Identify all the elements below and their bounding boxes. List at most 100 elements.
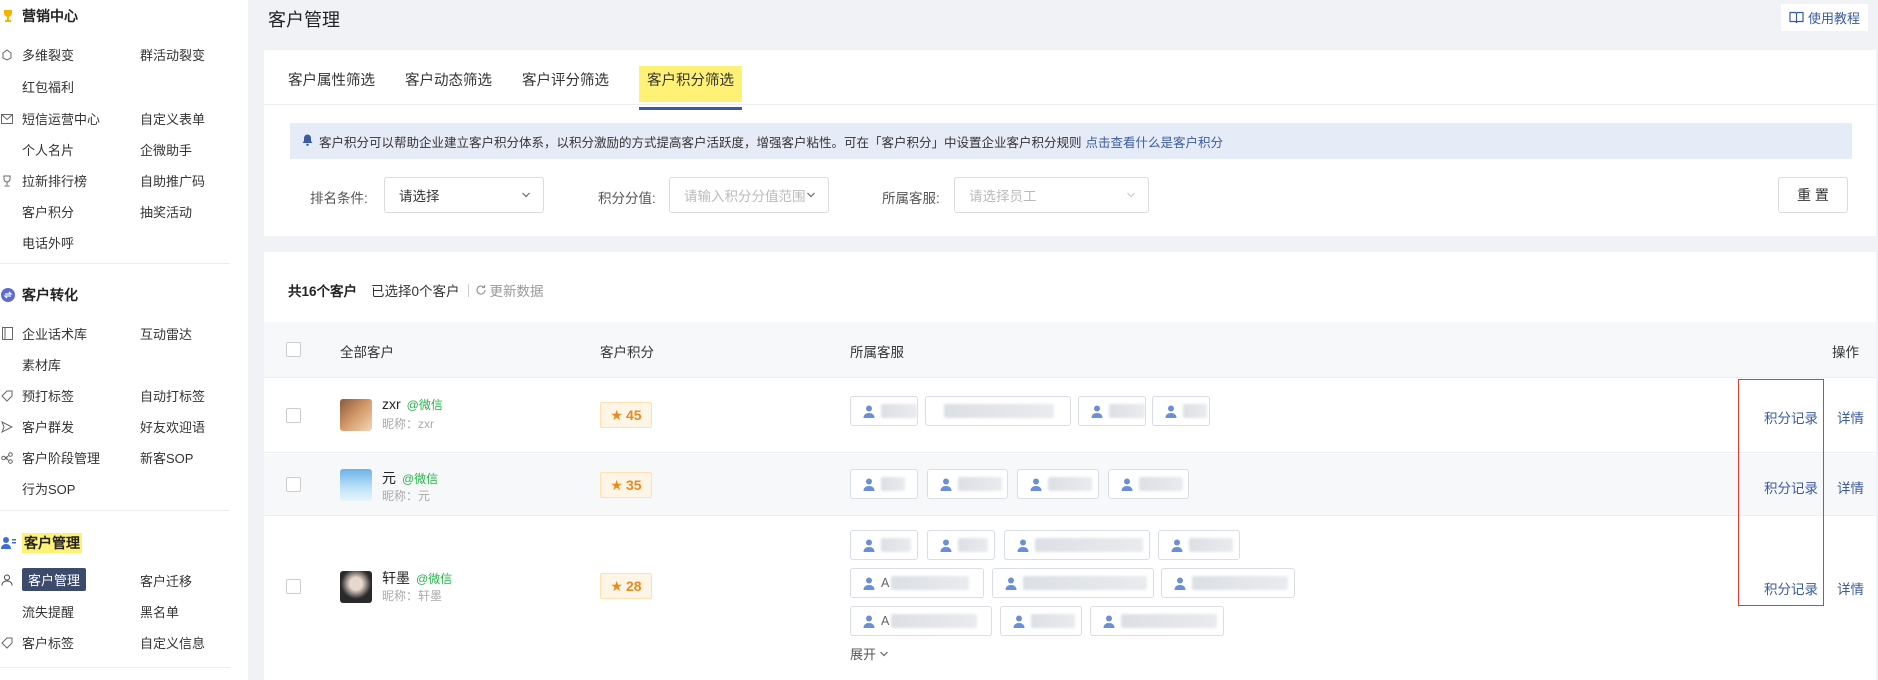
section-title-label: 客户管理 (22, 533, 82, 553)
sidebar-item-materials[interactable]: 素材库 (22, 355, 61, 374)
sidebar-item-label: 个人名片 (22, 143, 75, 158)
sidebar-item-customer-mgmt[interactable]: 客户管理 (0, 568, 87, 591)
sidebar-divider (0, 263, 230, 264)
sidebar-item-churn-alert[interactable]: 流失提醒 (22, 602, 74, 621)
redacted-name (944, 404, 1054, 418)
row-checkbox[interactable] (286, 579, 301, 594)
sidebar-item-new-sop[interactable]: 新客SOP (140, 448, 193, 467)
points-record-link[interactable]: 积分记录 (1764, 477, 1818, 497)
sort-label: 排名条件: (310, 191, 368, 206)
sidebar-divider (0, 510, 230, 511)
row-checkbox[interactable] (286, 408, 301, 423)
tab-attribute-filter[interactable]: 客户属性筛选 (288, 66, 375, 102)
detail-link[interactable]: 详情 (1837, 578, 1864, 598)
staff-chip (925, 396, 1071, 426)
redacted-name (881, 538, 911, 552)
points-range-select[interactable]: 请输入积分分值范围 (669, 177, 829, 213)
redacted-name (958, 477, 1002, 491)
sidebar-item-referral-rank[interactable]: 拉新排行榜 (0, 171, 87, 190)
users-icon (0, 535, 16, 551)
tab-score-filter[interactable]: 客户评分筛选 (522, 66, 609, 102)
sidebar-item-blacklist[interactable]: 黑名单 (140, 602, 179, 621)
redacted-name (1183, 404, 1207, 418)
sidebar-item-group-fission[interactable]: 群活动裂变 (140, 45, 205, 64)
redacted-name (881, 477, 905, 491)
redacted-name (1048, 477, 1092, 491)
sidebar-item-customer-tags[interactable]: 客户标签 (0, 633, 74, 652)
avatar (340, 399, 372, 431)
sidebar-item-script-library[interactable]: 企业话术库 (0, 324, 87, 343)
sidebar-item-promo-code[interactable]: 自助推广码 (140, 171, 205, 190)
person-icon (1030, 478, 1042, 491)
sidebar-item-sms-center[interactable]: 短信运营中心 (0, 109, 100, 128)
points-record-link[interactable]: 积分记录 (1764, 407, 1818, 427)
sidebar-item-label: 互动雷达 (140, 327, 193, 342)
person-icon (1017, 539, 1029, 552)
points-badge: ★ 28 (600, 573, 652, 599)
reset-button[interactable]: 重 置 (1778, 177, 1848, 213)
staff-chip: A (850, 606, 992, 636)
sidebar-item-customer-migrate[interactable]: 客户迁移 (140, 571, 192, 590)
sidebar-item-custom-info[interactable]: 自定义信息 (140, 633, 205, 652)
detail-link[interactable]: 详情 (1837, 477, 1864, 497)
wechat-source-tag: @微信 (406, 398, 443, 412)
refresh-label: 更新数据 (489, 284, 544, 299)
sidebar-item-radar[interactable]: 互动雷达 (140, 324, 192, 343)
points-notice: 客户积分可以帮助企业建立客户积分体系，以积分激励的方式提高客户活跃度，增强客户粘… (290, 123, 1852, 159)
row-checkbox[interactable] (286, 477, 301, 492)
sidebar-item-business-card[interactable]: 个人名片 (22, 140, 74, 159)
redacted-name (1139, 477, 1183, 491)
customer-name[interactable]: 轩墨 @微信 (382, 568, 452, 588)
sidebar-item-wecom-assistant[interactable]: 企微助手 (140, 140, 192, 159)
section-title-marketing: 营销中心 (0, 6, 78, 26)
refresh-button[interactable]: 更新数据 (475, 280, 544, 300)
customer-name[interactable]: 元 @微信 (382, 468, 438, 488)
staff-chip (927, 530, 995, 560)
redacted-name (1023, 576, 1147, 590)
points-badge: ★ 35 (600, 472, 652, 498)
sidebar-item-phone-call[interactable]: 电话外呼 (22, 233, 74, 252)
person-icon (863, 405, 875, 418)
sidebar-item-stage-mgmt[interactable]: 客户阶段管理 (0, 448, 100, 467)
sidebar-item-auto-tag[interactable]: 自动打标签 (140, 386, 205, 405)
trophy-icon (0, 8, 16, 24)
filter-panel: 客户属性筛选 客户动态筛选 客户评分筛选 客户积分筛选 客户积分可以帮助企业建立… (264, 50, 1876, 236)
redacted-name (1189, 538, 1233, 552)
notice-link[interactable]: 点击查看什么是客户积分 (1086, 132, 1224, 151)
sidebar-item-label: 企微助手 (140, 143, 193, 158)
section-title-label: 客户转化 (22, 287, 78, 303)
sidebar-item-label: 多维裂变 (22, 48, 75, 63)
redacted-name (1121, 614, 1217, 628)
tutorial-button[interactable]: 使用教程 (1780, 4, 1868, 31)
staff-chip-text: A (881, 576, 890, 590)
sidebar-item-lottery[interactable]: 抽奖活动 (140, 202, 192, 221)
sidebar-item-mass-send[interactable]: 客户群发 (0, 417, 74, 436)
sidebar-item-multi-fission[interactable]: 多维裂变 (0, 45, 74, 64)
select-all-checkbox[interactable] (286, 342, 301, 357)
sidebar-item-custom-form[interactable]: 自定义表单 (140, 109, 205, 128)
sidebar-item-red-packet[interactable]: 红包福利 (22, 77, 74, 96)
customer-name[interactable]: zxr @微信 (382, 396, 443, 413)
person-icon (1121, 478, 1133, 491)
chevron-down-icon (880, 651, 888, 656)
sidebar-item-pre-tag[interactable]: 预打标签 (0, 386, 74, 405)
expand-toggle[interactable]: 展开 (850, 644, 889, 663)
tab-points-filter[interactable]: 客户积分筛选 (639, 66, 742, 110)
person-icon (863, 478, 875, 491)
sidebar-item-behavior-sop[interactable]: 行为SOP (22, 479, 75, 498)
customer-nickname: 昵称：zxr (382, 417, 434, 431)
sidebar-item-welcome-msg[interactable]: 好友欢迎语 (140, 417, 205, 436)
detail-link[interactable]: 详情 (1837, 407, 1864, 427)
staff-select[interactable]: 请选择员工 (954, 177, 1149, 213)
points-record-link[interactable]: 积分记录 (1764, 578, 1818, 598)
tab-activity-filter[interactable]: 客户动态筛选 (405, 66, 492, 102)
redacted-name (881, 404, 917, 418)
person-icon (863, 577, 875, 590)
sidebar-item-customer-points[interactable]: 客户积分 (22, 202, 74, 221)
bell-icon (302, 134, 313, 149)
points-value: 45 (625, 407, 642, 423)
staff-chip (1161, 568, 1295, 598)
sidebar-item-label: 预打标签 (22, 389, 75, 404)
sort-select[interactable]: 请选择 (384, 177, 544, 213)
sidebar-item-label: 流失提醒 (22, 605, 75, 620)
